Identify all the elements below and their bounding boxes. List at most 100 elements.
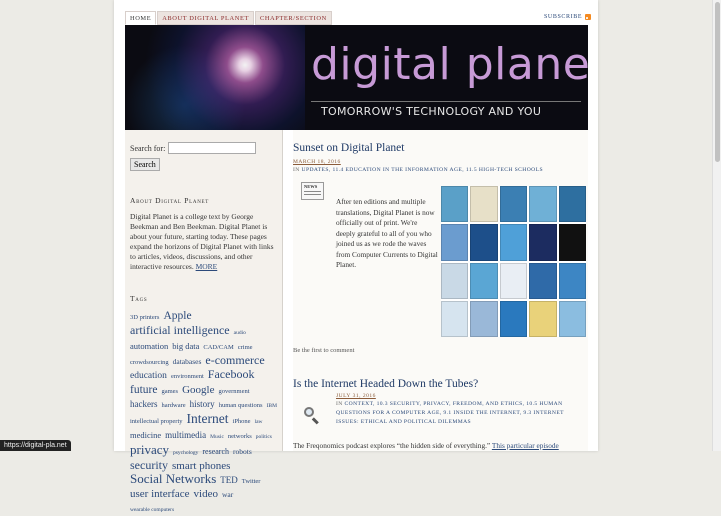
categories-links[interactable]: CONTEXT, 10.3 SECURITY, PRIVACY, FREEDOM… bbox=[336, 401, 564, 425]
book-covers-image bbox=[441, 186, 586, 337]
post-body: After ten editions and multiple translat… bbox=[336, 197, 438, 269]
tag-link[interactable]: Internet bbox=[187, 411, 229, 426]
tag-link[interactable]: future bbox=[130, 384, 157, 396]
top-nav: HOME ABOUT DIGITAL PLANET CHAPTER/SECTIO… bbox=[125, 11, 333, 25]
tag-link[interactable]: privacy bbox=[130, 442, 169, 457]
search-button[interactable]: Search bbox=[130, 158, 160, 171]
tab-home[interactable]: HOME bbox=[125, 11, 157, 25]
book-cover bbox=[441, 224, 469, 261]
tag-link[interactable]: multimedia bbox=[165, 430, 206, 440]
tag-link[interactable]: crowdsourcing bbox=[130, 359, 169, 366]
tag-link[interactable]: Social Networks bbox=[130, 471, 216, 486]
tag-link[interactable]: IBM bbox=[267, 403, 277, 409]
rss-icon[interactable] bbox=[585, 14, 592, 20]
tag-link[interactable]: games bbox=[161, 388, 178, 395]
about-more-link[interactable]: MORE bbox=[196, 262, 218, 271]
subscribe-link[interactable]: SUBSCRIBE bbox=[544, 14, 592, 20]
page-container: HOME ABOUT DIGITAL PLANET CHAPTER/SECTIO… bbox=[114, 0, 598, 513]
search-input[interactable] bbox=[168, 142, 257, 154]
tag-link[interactable]: war bbox=[222, 490, 233, 499]
post-body: The Freqonomics podcast explores “the hi… bbox=[293, 441, 588, 452]
post-body-text: The Freqonomics podcast explores “the hi… bbox=[293, 441, 491, 450]
book-cover bbox=[529, 300, 557, 337]
scrollbar[interactable] bbox=[712, 0, 721, 451]
site-banner[interactable]: digital planet TOMORROW'S TECHNOLOGY AND… bbox=[125, 25, 588, 130]
tag-cloud: 3D printers Apple artificial intelligenc… bbox=[130, 309, 278, 516]
tag-link[interactable]: hardware bbox=[161, 402, 185, 409]
tag-link[interactable]: TED bbox=[220, 475, 238, 485]
subscribe-label[interactable]: SUBSCRIBE bbox=[544, 14, 582, 20]
tag-link[interactable]: education bbox=[130, 371, 167, 381]
book-cover bbox=[558, 262, 586, 299]
banner-divider bbox=[311, 101, 581, 102]
categories-prefix: IN bbox=[336, 401, 343, 407]
book-cover bbox=[470, 224, 498, 261]
tag-link[interactable]: government bbox=[218, 388, 249, 395]
post-categories: IN UPDATES, 11.4 EDUCATION IN THE INFORM… bbox=[293, 166, 588, 175]
main-content: Sunset on Digital Planet MARCH 18, 2016 … bbox=[293, 130, 588, 451]
about-heading: About Digital Planet bbox=[130, 196, 210, 205]
tag-link[interactable]: hackers bbox=[130, 399, 157, 409]
tag-link[interactable]: 3D printers bbox=[130, 314, 159, 321]
book-cover bbox=[558, 186, 586, 223]
tag-link[interactable]: CAD/CAM bbox=[203, 344, 233, 351]
tag-link[interactable]: wearable computers bbox=[130, 507, 174, 513]
tags-heading: Tags bbox=[130, 294, 148, 303]
banner-title: digital planet bbox=[311, 39, 588, 90]
tag-link[interactable]: networks bbox=[228, 433, 252, 440]
post-categories: IN CONTEXT, 10.3 SECURITY, PRIVACY, FREE… bbox=[336, 400, 588, 427]
tag-link[interactable]: iPhone bbox=[233, 418, 251, 425]
post-title[interactable]: Is the Internet Headed Down the Tubes? bbox=[293, 378, 588, 390]
tag-link[interactable]: history bbox=[190, 399, 215, 409]
tag-link[interactable]: psychology bbox=[173, 450, 198, 456]
tag-link[interactable]: Apple bbox=[163, 310, 191, 322]
tag-link[interactable]: law bbox=[255, 419, 263, 425]
post-title[interactable]: Sunset on Digital Planet bbox=[293, 142, 588, 154]
sidebar: Search for: Search About Digital Planet … bbox=[125, 130, 282, 513]
tag-link[interactable]: environment bbox=[171, 373, 204, 380]
tag-link[interactable]: audio bbox=[234, 330, 246, 336]
tag-link[interactable]: e-commerce bbox=[205, 353, 264, 367]
tag-link[interactable]: user interface bbox=[130, 488, 190, 500]
tag-link[interactable]: video bbox=[194, 488, 218, 500]
tab-about[interactable]: ABOUT DIGITAL PLANET bbox=[157, 11, 254, 25]
search-form: Search for: bbox=[130, 142, 278, 154]
comment-link[interactable]: Be the first to comment bbox=[293, 347, 354, 354]
search-label: Search for: bbox=[130, 143, 166, 153]
categories-links[interactable]: UPDATES, 11.4 EDUCATION IN THE INFORMATI… bbox=[302, 167, 543, 173]
tag-link[interactable]: automation bbox=[130, 341, 168, 351]
book-cover bbox=[470, 300, 498, 337]
scrollbar-thumb[interactable] bbox=[715, 2, 720, 162]
tag-link[interactable]: medicine bbox=[130, 430, 161, 440]
post-date[interactable]: MARCH 18, 2016 bbox=[293, 159, 588, 165]
tag-link[interactable]: Google bbox=[182, 384, 214, 396]
tag-link[interactable]: databases bbox=[173, 357, 202, 366]
book-cover bbox=[499, 262, 528, 299]
magnifier-icon bbox=[303, 406, 321, 425]
tag-link[interactable]: big data bbox=[172, 341, 199, 351]
tag-link[interactable]: artificial intelligence bbox=[130, 323, 230, 337]
status-bar-url: https://digital-pla.net bbox=[0, 440, 71, 451]
tag-link[interactable]: robots bbox=[233, 447, 252, 456]
categories-prefix: IN bbox=[293, 167, 300, 173]
banner-subtitle: TOMORROW'S TECHNOLOGY AND YOU bbox=[321, 105, 542, 118]
tab-chapter-section[interactable]: CHAPTER/SECTION bbox=[254, 11, 332, 25]
book-cover bbox=[529, 262, 557, 299]
tag-link[interactable]: human questions bbox=[219, 402, 263, 409]
tag-link[interactable]: intellectual property bbox=[130, 418, 183, 425]
book-cover bbox=[499, 300, 528, 337]
news-icon-label: NEWS bbox=[304, 184, 318, 189]
about-text: Digital Planet is a college text by Geor… bbox=[130, 212, 278, 272]
tag-link[interactable]: Music bbox=[210, 434, 224, 440]
tag-link[interactable]: Twitter bbox=[242, 478, 261, 485]
book-cover bbox=[441, 300, 469, 337]
tag-link[interactable]: Facebook bbox=[208, 367, 255, 381]
tag-link[interactable]: research bbox=[202, 447, 229, 456]
book-cover bbox=[499, 224, 528, 261]
episode-link[interactable]: This particular episode bbox=[492, 441, 559, 450]
post-date[interactable]: JULY 31, 2016 bbox=[336, 393, 588, 399]
book-cover bbox=[470, 262, 498, 299]
book-cover bbox=[470, 186, 498, 223]
tag-link[interactable]: crime bbox=[238, 344, 253, 351]
tag-link[interactable]: politics bbox=[256, 434, 272, 440]
